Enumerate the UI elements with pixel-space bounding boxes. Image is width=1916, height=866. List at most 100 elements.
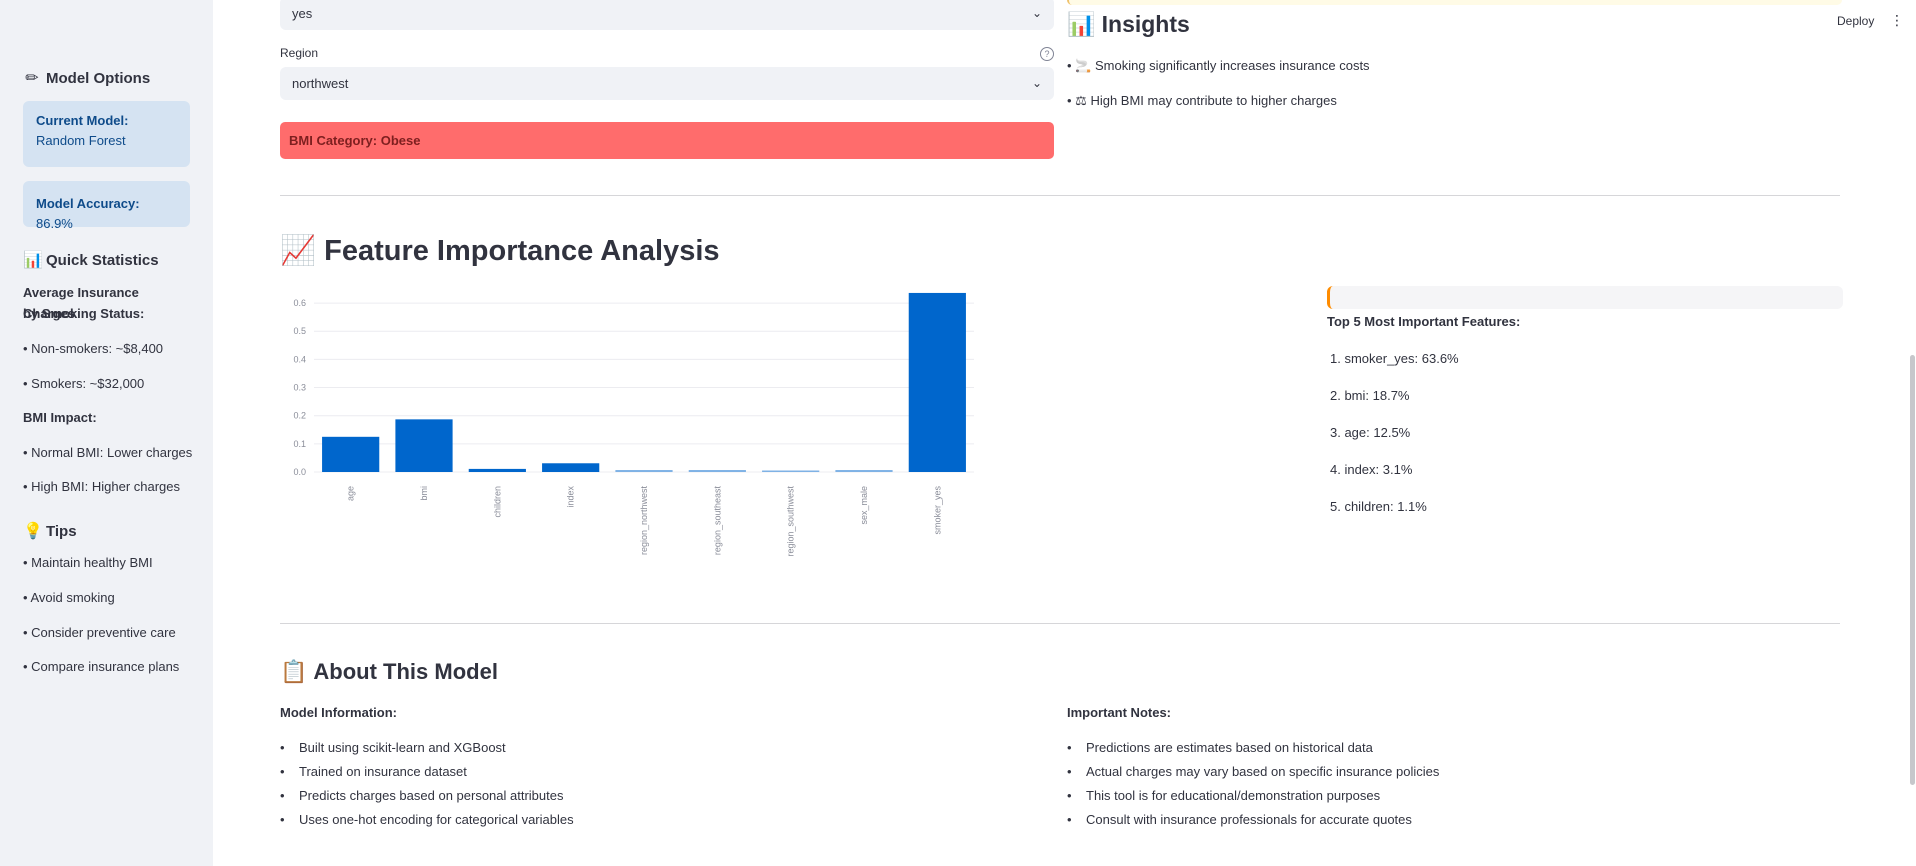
- y-tick-label: 0.0: [293, 467, 306, 477]
- x-tick-label: region_southeast: [712, 486, 722, 556]
- bar-age[interactable]: [322, 436, 380, 472]
- bar-region_southeast[interactable]: [688, 470, 746, 472]
- model-information-title: Model Information:: [280, 705, 397, 720]
- y-tick-label: 0.3: [293, 383, 306, 393]
- bmi-impact-heading: BMI Impact:: [23, 410, 97, 425]
- bar-bmi[interactable]: [395, 419, 453, 472]
- top5-item: 1. smoker_yes: 63.6%: [1330, 351, 1459, 366]
- avg-charges-heading-2: by Smoking Status:: [23, 306, 145, 321]
- quick-statistics-heading: 📊 Quick Statistics: [23, 250, 159, 270]
- x-tick-label: sex_male: [859, 486, 869, 525]
- x-tick-label: region_northwest: [639, 486, 649, 556]
- note-item: Consult with insurance professionals for…: [1067, 812, 1412, 827]
- chevron-down-icon: ⌄: [1031, 6, 1042, 20]
- x-tick-label: children: [492, 486, 502, 518]
- note-item: Actual charges may vary based on specifi…: [1067, 764, 1439, 779]
- pencil-icon: ✏: [25, 70, 39, 87]
- x-tick-label: bmi: [419, 486, 429, 501]
- top5-item: 4. index: 3.1%: [1330, 462, 1413, 477]
- smoker-select-value: yes: [292, 6, 313, 21]
- y-tick-label: 0.2: [293, 411, 306, 421]
- tip-item: • Consider preventive care: [23, 625, 176, 640]
- bar-children[interactable]: [468, 468, 526, 472]
- tips-heading: 💡 Tips: [23, 521, 77, 541]
- top5-title: Top 5 Most Important Features:: [1327, 314, 1521, 329]
- high-bmi-stat: • High BMI: Higher charges: [23, 479, 181, 494]
- x-tick-label: smoker_yes: [932, 486, 942, 535]
- bar-region_southwest[interactable]: [762, 470, 820, 473]
- insight-item: • ⚖ High BMI may contribute to higher ch…: [1067, 93, 1337, 108]
- scale-icon: ⚖: [1075, 93, 1087, 108]
- bar-smoker_yes[interactable]: [908, 292, 966, 472]
- insights-title: Insights: [1101, 11, 1190, 37]
- quick-statistics-title: Quick Statistics: [46, 251, 159, 269]
- note-item: This tool is for educational/demonstrati…: [1067, 788, 1380, 803]
- y-tick-label: 0.5: [293, 326, 306, 336]
- bar-region_northwest[interactable]: [615, 470, 673, 472]
- bar-chart-icon: 📊: [1067, 11, 1096, 37]
- clipboard-icon: 📋: [280, 659, 308, 684]
- page-scrollbar[interactable]: [1910, 355, 1915, 785]
- normal-bmi-stat: • Normal BMI: Lower charges: [23, 445, 193, 460]
- about-heading: 📋 About This Model: [280, 659, 498, 685]
- smokers-stat: • Smokers: ~$32,000: [23, 376, 145, 391]
- region-select[interactable]: northwest ⌄: [280, 67, 1054, 100]
- main-menu-button[interactable]: ⋮: [1890, 12, 1904, 29]
- smoker-select[interactable]: yes ⌄: [280, 0, 1054, 30]
- note-item: Predictions are estimates based on histo…: [1067, 740, 1373, 755]
- tips-title: Tips: [46, 522, 77, 540]
- divider: [280, 195, 1840, 196]
- x-tick-label: region_southwest: [786, 486, 796, 557]
- top5-item: 5. children: 1.1%: [1330, 499, 1427, 514]
- feature-importance-heading: 📈 Feature Importance Analysis: [280, 234, 720, 268]
- important-notes-title: Important Notes:: [1067, 705, 1171, 720]
- model-info-item: Trained on insurance dataset: [280, 764, 467, 779]
- chevron-down-icon: ⌄: [1031, 76, 1042, 90]
- top5-callout-bar: [1327, 286, 1843, 309]
- y-tick-label: 0.1: [293, 439, 306, 449]
- about-title: About This Model: [313, 659, 498, 684]
- sidebar: ✏ Model Options Current Model: Random Fo…: [0, 0, 213, 866]
- bmi-category-alert: BMI Category: Obese: [280, 122, 1054, 159]
- y-tick-label: 0.6: [293, 298, 306, 308]
- help-icon[interactable]: ?: [1040, 47, 1054, 61]
- region-select-value: northwest: [292, 76, 349, 91]
- tip-item: • Compare insurance plans: [23, 659, 180, 674]
- bar-sex_male[interactable]: [835, 470, 893, 472]
- divider: [280, 623, 1840, 624]
- line-chart-icon: 📈: [280, 235, 317, 267]
- y-tick-label: 0.4: [293, 354, 306, 364]
- model-accuracy-label: Model Accuracy:: [36, 196, 140, 211]
- insight-text: Smoking significantly increases insuranc…: [1094, 58, 1370, 73]
- model-info-item: Predicts charges based on personal attri…: [280, 788, 563, 803]
- lightbulb-icon: 💡: [23, 523, 43, 540]
- region-label: Region: [280, 46, 319, 60]
- insight-item: • 🚬 Smoking significantly increases insu…: [1067, 58, 1370, 73]
- warning-banner-edge: [1067, 0, 1842, 5]
- top5-item: 2. bmi: 18.7%: [1330, 388, 1410, 403]
- non-smokers-stat: • Non-smokers: ~$8,400: [23, 341, 164, 356]
- model-options-heading: ✏ Model Options: [23, 68, 150, 88]
- bar-chart-icon: 📊: [23, 252, 43, 269]
- current-model-value: Random Forest: [36, 133, 126, 148]
- model-options-title: Model Options: [46, 69, 151, 87]
- current-model-info: Current Model: Random Forest: [23, 101, 190, 167]
- bar-index[interactable]: [542, 463, 600, 472]
- current-model-label: Current Model:: [36, 113, 129, 128]
- x-tick-label: index: [566, 486, 576, 508]
- model-accuracy-info: Model Accuracy: 86.9%: [23, 181, 190, 231]
- model-info-item: Uses one-hot encoding for categorical va…: [280, 812, 574, 827]
- deploy-button[interactable]: Deploy: [1837, 14, 1874, 28]
- model-accuracy-value: 86.9%: [36, 216, 73, 231]
- feature-importance-chart: 0.0 0.1 0.2 0.3 0.4 0.5 0.6 age bmi children index…: [280, 285, 980, 565]
- bar-chart-svg: 0.0 0.1 0.2 0.3 0.4 0.5 0.6 age bmi children index…: [293, 292, 974, 557]
- model-info-item: Built using scikit-learn and XGBoost: [280, 740, 506, 755]
- x-tick-label: age: [346, 486, 356, 501]
- cigarette-icon: 🚬: [1075, 58, 1092, 73]
- tip-item: • Avoid smoking: [23, 590, 115, 605]
- top5-item: 3. age: 12.5%: [1330, 425, 1411, 440]
- insights-heading: 📊 Insights: [1067, 11, 1190, 38]
- tip-item: • Maintain healthy BMI: [23, 555, 153, 570]
- insight-text: High BMI may contribute to higher charge…: [1090, 93, 1337, 108]
- feature-importance-title: Feature Importance Analysis: [324, 234, 720, 267]
